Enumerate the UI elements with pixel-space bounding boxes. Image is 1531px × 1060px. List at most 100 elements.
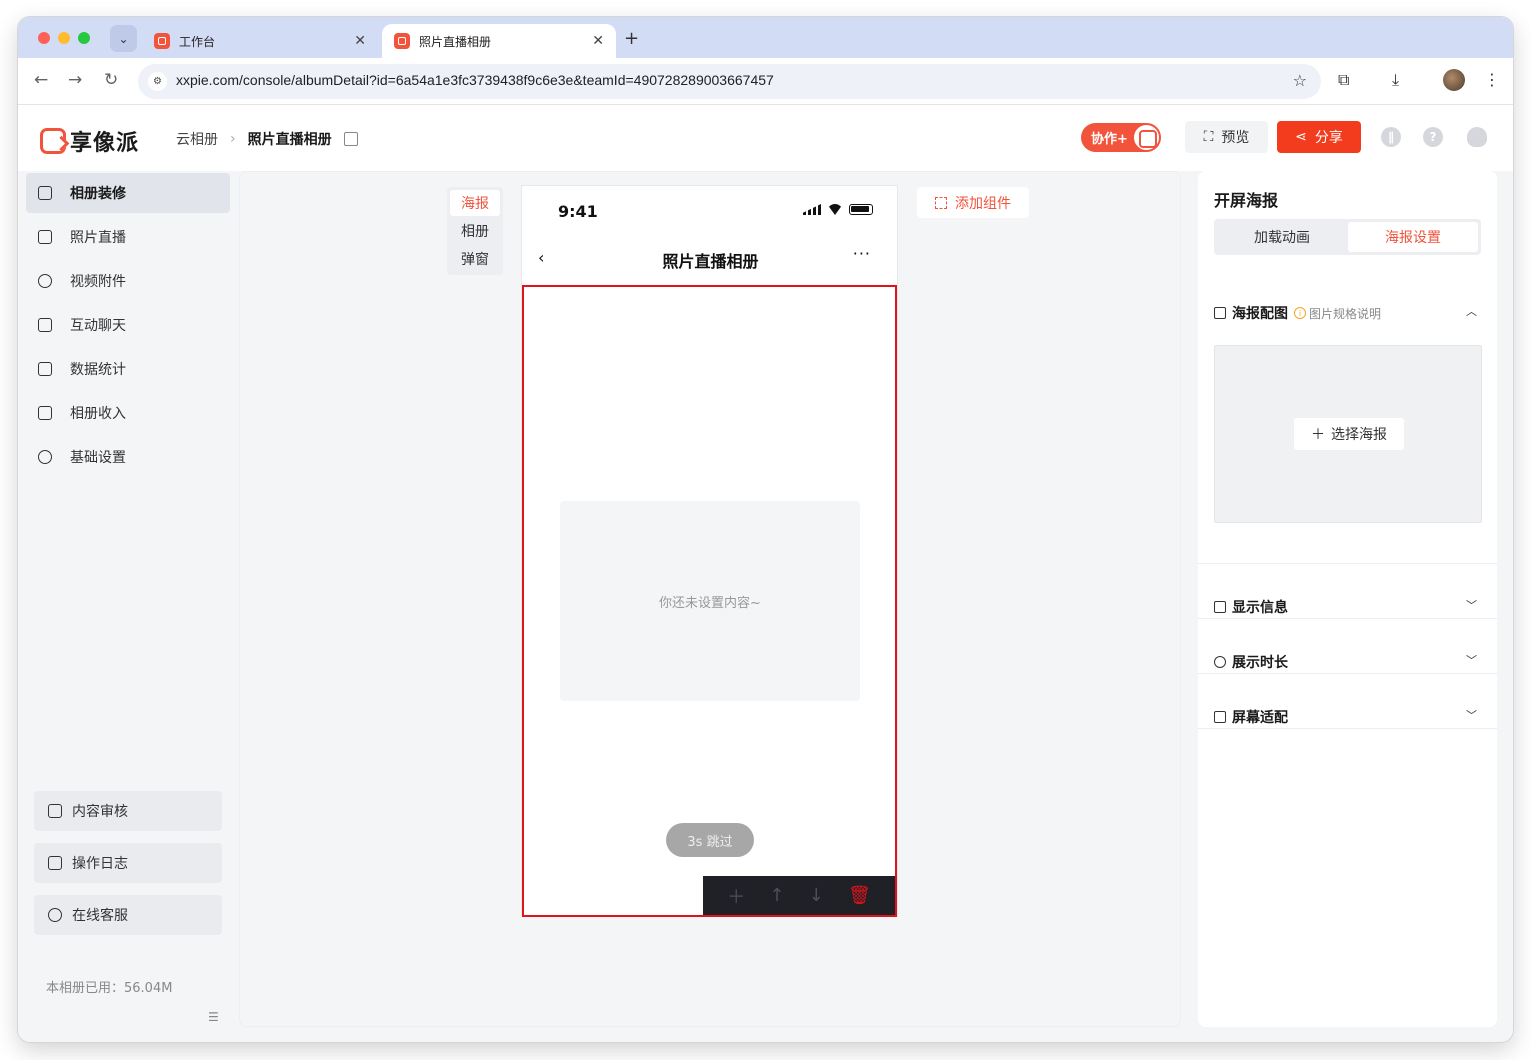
customer-service-button[interactable]: 在线客服 [34,895,222,935]
help-icon[interactable]: ? [1423,127,1443,147]
add-component-button[interactable]: 添加组件 [917,187,1029,218]
add-component-icon [935,196,947,209]
sidebar-item-label: 数据统计 [70,362,126,378]
component-toolbar: ＋ ↑ ↓ 🗑 [703,876,895,915]
panel-title: 开屏海报 [1214,191,1279,210]
chevron-down-icon[interactable]: ﹀ [1466,707,1477,723]
tab-album[interactable]: 照片直播相册 ✕ [382,24,616,58]
close-window-button[interactable] [38,32,50,44]
section-label: 海报配图 [1232,306,1288,322]
empty-content-placeholder: 你还未设置内容~ [560,501,860,701]
tab-poster-settings[interactable]: 海报设置 [1348,222,1478,252]
scan-icon [38,186,52,200]
bottom-card-label: 内容审核 [72,804,128,820]
move-up-icon[interactable]: ↑ [769,885,784,906]
document-icon [1214,601,1226,613]
reload-icon[interactable]: ↻ [104,70,118,90]
scan-icon: ⛶ [1203,129,1214,145]
poster-dropzone[interactable]: ＋ 选择海报 [1214,345,1482,523]
sidebar: 相册装修 照片直播 视频附件 互动聊天 数据统计 相册收入 基础设置 内容审核 … [18,171,238,1042]
tab-search-button[interactable]: ⌄ [110,25,137,52]
store-icon [38,406,52,420]
extensions-icon[interactable]: ⧉ [1338,70,1349,90]
logo[interactable]: 享像派 [40,125,139,157]
spec-help-link[interactable]: i 图片规格说明 [1294,305,1381,322]
panel-seg: 加载动画 海报设置 [1214,219,1481,255]
status-icons [803,204,873,215]
sidebar-item-settings[interactable]: 基础设置 [26,437,230,477]
preview-button[interactable]: ⛶ 预览 [1185,121,1268,153]
tab-title: 工作台 [179,34,216,49]
seg-tab-poster[interactable]: 海报 [450,190,500,216]
divider [1198,673,1497,674]
sidebar-item-stats[interactable]: 数据统计 [26,349,230,389]
sidebar-item-label: 视频附件 [70,274,126,290]
section-label: 展示时长 [1232,655,1288,671]
preview-label: 预览 [1221,130,1250,146]
favicon-icon [154,33,170,49]
bookmark-star-icon[interactable]: ☆ [1293,71,1307,90]
maximize-window-button[interactable] [78,32,90,44]
choose-poster-button[interactable]: ＋ 选择海报 [1294,418,1404,450]
storage-usage: 本相册已用：56.04M [46,981,173,996]
sidebar-item-decoration[interactable]: 相册装修 [26,173,230,213]
display-info-section[interactable]: 显示信息 ﹀ [1214,597,1481,617]
menu-icon[interactable]: ⋮ [1484,70,1500,89]
new-tab-button[interactable]: + [624,28,639,49]
delete-icon[interactable]: 🗑 [848,885,871,906]
collab-button[interactable]: 协作+ [1081,123,1161,152]
seg-tab-popup[interactable]: 弹窗 [450,246,500,272]
sidebar-item-income[interactable]: 相册收入 [26,393,230,433]
share-label: 分享 [1314,130,1343,146]
chevron-down-icon[interactable]: ﹀ [1466,652,1477,668]
sidebar-item-label: 相册装修 [70,186,126,202]
back-icon[interactable]: ← [34,70,48,90]
gear-icon [38,450,52,464]
collab-avatar [1132,123,1161,152]
forward-icon[interactable]: → [68,70,82,90]
bell-icon[interactable] [1467,127,1487,147]
sidebar-item-chat[interactable]: 互动聊天 [26,305,230,345]
sidebar-item-label: 照片直播 [70,230,126,246]
divider [1198,618,1497,619]
sidebar-item-photo-live[interactable]: 照片直播 [26,217,230,257]
screen-fit-section[interactable]: 屏幕适配 ﹀ [1214,707,1481,727]
tab-loading-animation[interactable]: 加载动画 [1217,222,1347,252]
timer-icon [1214,656,1226,668]
logo-text: 享像派 [70,131,140,156]
url-text: xxpie.com/console/albumDetail?id=6a54a1e… [176,72,774,88]
paperclip-icon [38,274,52,288]
share-icon: ⋖ [1295,129,1307,145]
share-button[interactable]: ⋖ 分享 [1277,121,1361,153]
breadcrumb: 云相册 › 照片直播相册 [176,129,358,149]
minimize-window-button[interactable] [58,32,70,44]
collapse-sidebar-icon[interactable]: ☰ [208,1010,219,1024]
tab-workbench[interactable]: 工作台 ✕ [142,24,378,58]
move-down-icon[interactable]: ↓ [809,885,824,906]
collab-label: 协作+ [1091,132,1128,147]
operation-log-button[interactable]: 操作日志 [34,843,222,883]
breadcrumb-item[interactable]: 云相册 [176,129,218,149]
poster-image-section[interactable]: 海报配图 i 图片规格说明 ︿ [1214,303,1481,323]
site-settings-icon[interactable]: ⚙ [148,72,167,91]
seg-tab-album[interactable]: 相册 [450,218,500,244]
sidebar-item-video[interactable]: 视频附件 [26,261,230,301]
image-icon [1214,307,1226,319]
chevron-up-icon[interactable]: ︿ [1466,303,1477,319]
chevron-down-icon[interactable]: ﹀ [1466,597,1477,613]
bottom-card-label: 操作日志 [72,856,128,872]
stamp-icon [48,804,62,818]
user-icon[interactable]: ∥ [1381,127,1401,147]
chat-icon [38,318,52,332]
close-tab-icon[interactable]: ✕ [354,33,366,49]
address-bar[interactable]: ⚙ xxpie.com/console/albumDetail?id=6a54a… [138,64,1321,99]
content-review-button[interactable]: 内容审核 [34,791,222,831]
download-icon[interactable]: ⤓ [1392,70,1399,90]
breadcrumb-current: 照片直播相册 [247,132,332,148]
edit-icon[interactable] [343,132,358,146]
display-duration-section[interactable]: 展示时长 ﹀ [1214,652,1481,672]
add-icon[interactable]: ＋ [727,883,745,909]
profile-avatar[interactable] [1443,69,1465,91]
battery-icon [849,204,873,215]
close-tab-icon[interactable]: ✕ [592,33,604,49]
